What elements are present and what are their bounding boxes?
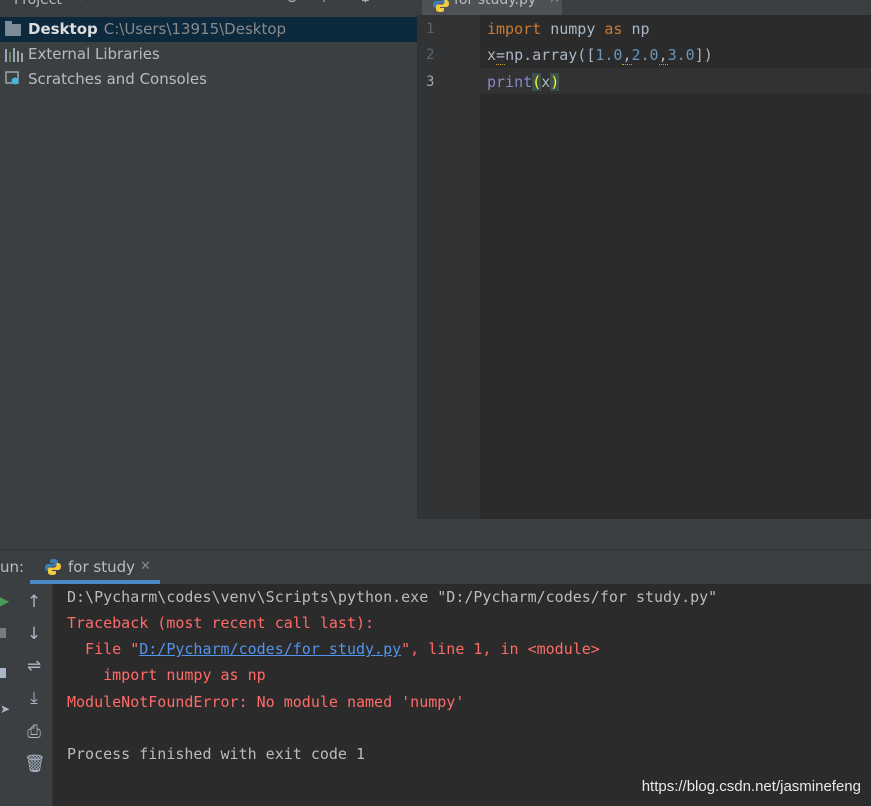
stop-icon[interactable] bbox=[0, 628, 6, 638]
console-file-line: File "D:/Pycharm/codes/for study.py", li… bbox=[67, 640, 600, 658]
watermark: https://blog.csdn.net/jasminefeng bbox=[641, 778, 861, 795]
folder-icon bbox=[5, 21, 21, 36]
run-left-toolbar: ▶ ➤ bbox=[0, 584, 14, 806]
collapse-all-icon[interactable]: ⇡ bbox=[318, 0, 330, 6]
arrow-down-icon[interactable]: ↓ bbox=[24, 624, 44, 644]
console-traceback-line: Traceback (most recent call last): bbox=[67, 614, 375, 632]
layout-icon[interactable] bbox=[0, 668, 6, 678]
hide-panel-icon[interactable]: – bbox=[393, 0, 400, 6]
code-line: print(x) bbox=[487, 73, 560, 91]
code-line: x=np.array([1.0,2.0,3.0]) bbox=[487, 46, 713, 65]
file-link[interactable]: D:/Pycharm/codes/for study.py bbox=[139, 640, 401, 658]
editor-tab-label: for study.py bbox=[454, 0, 537, 8]
gear-icon[interactable]: ⚙ bbox=[359, 0, 372, 6]
tree-item-external-libraries[interactable]: External Libraries bbox=[0, 42, 417, 67]
run-tab-label: for study bbox=[68, 558, 135, 576]
editor-bottom-area bbox=[417, 519, 871, 549]
run-label: un: bbox=[0, 558, 25, 576]
library-icon bbox=[5, 47, 23, 62]
close-icon[interactable]: ✕ bbox=[549, 0, 560, 7]
tree-item-label: Desktop bbox=[28, 20, 98, 38]
scratches-icon bbox=[5, 71, 19, 85]
arrow-up-icon[interactable]: ↑ bbox=[24, 592, 44, 612]
line-number: 1 bbox=[426, 21, 435, 37]
console-command-line: D:\Pycharm\codes\venv\Scripts\python.exe… bbox=[67, 588, 718, 606]
editor-tab-for-study[interactable]: for study.py ✕ bbox=[422, 0, 562, 15]
tree-item-path: C:\Users\13915\Desktop bbox=[103, 20, 287, 38]
trash-icon[interactable]: 🗑 bbox=[24, 754, 46, 774]
python-run-icon bbox=[45, 559, 61, 575]
tree-item-scratches[interactable]: Scratches and Consoles bbox=[0, 67, 417, 92]
line-number: 3 bbox=[426, 74, 435, 90]
chevron-down-icon[interactable]: ▾ bbox=[77, 0, 83, 4]
tree-item-label: External Libraries bbox=[28, 45, 160, 63]
console-error-line: ModuleNotFoundError: No module named 'nu… bbox=[67, 693, 465, 711]
project-header: Project ▾ ⊕ ⇡ ⚙ – bbox=[0, 0, 417, 16]
soft-wrap-icon[interactable]: ⇌ bbox=[24, 656, 44, 676]
project-title[interactable]: Project bbox=[14, 0, 62, 8]
line-number: 2 bbox=[426, 47, 435, 63]
line-number-gutter bbox=[418, 15, 480, 519]
pin-icon[interactable]: ➤ bbox=[0, 702, 10, 716]
print-icon[interactable]: ⎙ bbox=[24, 722, 44, 742]
scroll-to-end-icon[interactable]: ⤓ bbox=[24, 688, 44, 708]
tree-item-label: Scratches and Consoles bbox=[28, 70, 207, 88]
console-code-line: import numpy as np bbox=[67, 666, 266, 684]
console-exit-line: Process finished with exit code 1 bbox=[67, 745, 366, 763]
tree-item-desktop[interactable]: Desktop C:\Users\13915\Desktop bbox=[0, 17, 417, 42]
code-line: import numpy as np bbox=[487, 20, 650, 38]
locate-icon[interactable]: ⊕ bbox=[286, 0, 298, 6]
rerun-icon[interactable]: ▶ bbox=[0, 594, 9, 608]
python-file-icon bbox=[433, 0, 449, 12]
close-icon[interactable]: ✕ bbox=[140, 559, 151, 574]
